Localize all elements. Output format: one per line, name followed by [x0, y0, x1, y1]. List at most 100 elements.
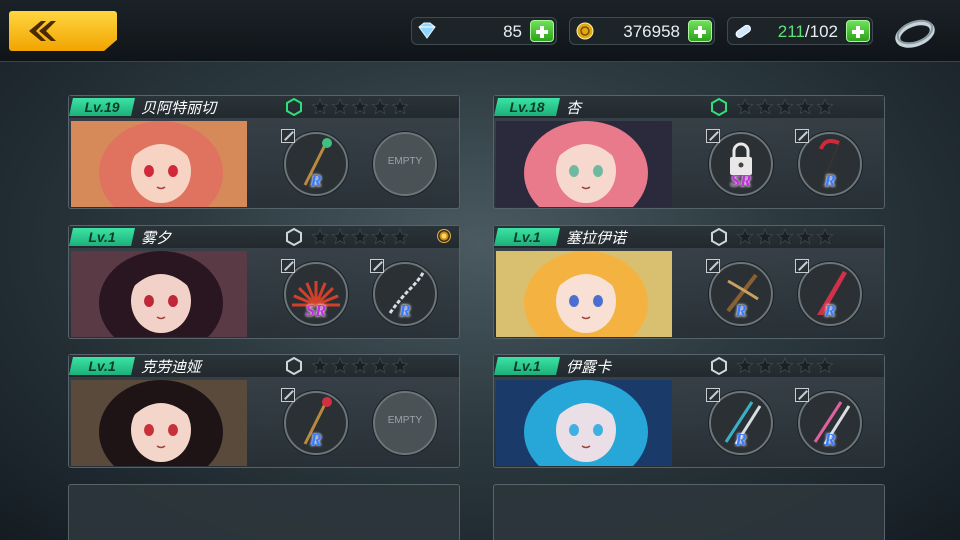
card-header: Lv.1 塞拉伊诺 [494, 226, 884, 248]
edit-icon[interactable] [795, 259, 809, 273]
star-icon [351, 228, 369, 245]
equipment-slot[interactable]: SR [706, 129, 776, 199]
character-card[interactable]: Lv.1 塞拉伊诺 R R [493, 225, 885, 339]
diamond-counter: 85 [411, 17, 557, 45]
card-header: Lv.1 雾夕 [69, 226, 459, 248]
equipment-slot[interactable]: R [281, 129, 351, 199]
equipment-slot[interactable]: R [281, 388, 351, 458]
empty-equipment-slot[interactable]: EMPTY [370, 388, 440, 458]
equipment-slot[interactable]: R [795, 259, 865, 329]
character-portrait-frame[interactable] [496, 121, 672, 207]
star-icon [331, 228, 349, 245]
star-icon [391, 228, 409, 245]
edit-icon[interactable] [795, 388, 809, 402]
character-portrait [496, 251, 672, 337]
stamina-max: 102 [809, 22, 838, 41]
star-icon [796, 357, 814, 374]
level-tag: Lv.1 [494, 357, 560, 375]
diamond-icon [418, 22, 436, 39]
star-icon [311, 228, 329, 245]
rank-badge-icon [286, 228, 302, 246]
character-card-partial[interactable] [493, 484, 885, 540]
add-diamond-button[interactable] [530, 20, 554, 42]
star-icon [371, 98, 389, 115]
star-icon [816, 98, 834, 115]
edit-icon[interactable] [370, 259, 384, 273]
edit-icon[interactable] [795, 129, 809, 143]
equipment-slot[interactable]: R [795, 388, 865, 458]
stamina-value: 211/102 [778, 22, 838, 42]
star-rating [286, 228, 409, 246]
character-card[interactable]: Lv.19 贝阿特丽切 R EMPTY [68, 95, 460, 209]
rank-badge-icon [711, 357, 727, 375]
star-icon [756, 357, 774, 374]
equipment-slot[interactable]: R [795, 129, 865, 199]
star-icon [351, 98, 369, 115]
character-portrait [71, 380, 247, 466]
character-portrait-frame[interactable] [496, 380, 672, 466]
star-icon [391, 98, 409, 115]
rank-badge-icon [711, 98, 727, 116]
rarity-label: R [735, 430, 747, 449]
rarity-label: R [824, 430, 836, 449]
rarity-label: R [399, 301, 411, 320]
star-icon [796, 98, 814, 115]
star-icon [736, 357, 754, 374]
rank-badge-icon [711, 228, 727, 246]
character-name: 克劳迪娅 [141, 358, 202, 376]
rarity-label: R [310, 171, 322, 190]
equipment-slot[interactable]: R [706, 259, 776, 329]
edit-icon[interactable] [281, 259, 295, 273]
level-tag: Lv.1 [494, 228, 560, 246]
empty-equipment-slot[interactable]: EMPTY [370, 129, 440, 199]
character-portrait-frame[interactable] [71, 121, 247, 207]
star-rating [711, 98, 834, 116]
star-icon [391, 357, 409, 374]
rank-badge-icon [286, 98, 302, 116]
gold-value: 376958 [623, 22, 680, 41]
star-icon [776, 357, 794, 374]
character-portrait [71, 251, 247, 337]
edit-icon[interactable] [281, 388, 295, 402]
character-portrait [496, 380, 672, 466]
edit-icon[interactable] [706, 259, 720, 273]
character-card-partial[interactable] [68, 484, 460, 540]
star-icon [796, 228, 814, 245]
rarity-label: R [824, 171, 836, 190]
edit-icon[interactable] [281, 129, 295, 143]
stamina-capsule-icon [735, 24, 751, 38]
character-portrait-frame[interactable] [496, 251, 672, 337]
edit-icon[interactable] [706, 129, 720, 143]
rarity-label: SR [305, 301, 327, 320]
level-tag: Lv.1 [69, 357, 135, 375]
star-icon [331, 357, 349, 374]
star-icon [756, 98, 774, 115]
character-card[interactable]: Lv.1 雾夕 SR R [68, 225, 460, 339]
character-name: 贝阿特丽切 [141, 99, 217, 117]
equipment-slot[interactable]: R [706, 388, 776, 458]
star-icon [736, 228, 754, 245]
gold-counter: 376958 [569, 17, 715, 45]
star-icon [776, 98, 794, 115]
equipment-slot[interactable]: R [370, 259, 440, 329]
character-card[interactable]: Lv.18 杏 SR R [493, 95, 885, 209]
character-portrait-frame[interactable] [71, 380, 247, 466]
add-gold-button[interactable] [688, 20, 712, 42]
character-portrait-frame[interactable] [71, 251, 247, 337]
star-icon [816, 357, 834, 374]
equipment-slot[interactable]: SR [281, 259, 351, 329]
ring-icon[interactable] [892, 12, 938, 52]
star-icon [311, 98, 329, 115]
character-name: 伊露卡 [566, 358, 612, 376]
stamina-counter: 211/102 [727, 17, 873, 45]
back-button[interactable] [9, 11, 117, 51]
add-stamina-button[interactable] [846, 20, 870, 42]
star-icon [816, 228, 834, 245]
top-bar: 85 376958 211/102 [0, 0, 960, 62]
star-icon [311, 357, 329, 374]
edit-icon[interactable] [706, 388, 720, 402]
character-card[interactable]: Lv.1 克劳迪娅 R EMPTY [68, 354, 460, 468]
gold-coin-icon [576, 22, 594, 40]
star-rating [286, 98, 409, 116]
character-card[interactable]: Lv.1 伊露卡 R R [493, 354, 885, 468]
